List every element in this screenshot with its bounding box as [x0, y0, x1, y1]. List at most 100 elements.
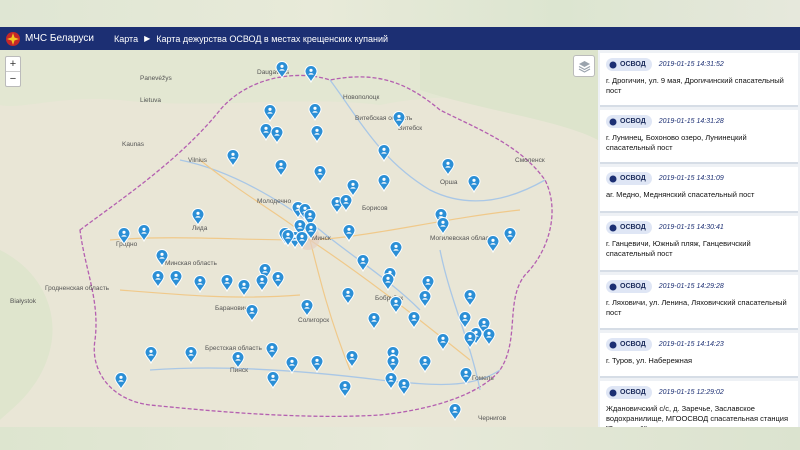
- map-marker[interactable]: [237, 279, 251, 298]
- event-time: 2019-01-15 14:30:41: [658, 224, 724, 231]
- map-marker[interactable]: [308, 103, 322, 122]
- map-pin-icon: [308, 103, 322, 122]
- map-label: Гродненская область: [45, 284, 110, 292]
- map-marker[interactable]: [441, 158, 455, 177]
- map-marker[interactable]: [389, 296, 403, 315]
- map-marker[interactable]: [274, 159, 288, 178]
- map-marker[interactable]: [114, 372, 128, 391]
- map-marker[interactable]: [255, 274, 269, 293]
- events-panel[interactable]: ОСВОД 2019-01-15 14:31:52 г. Дрогичин, ул…: [598, 50, 800, 427]
- map-marker[interactable]: [117, 227, 131, 246]
- event-card[interactable]: ОСВОД 2019-01-15 14:14:23 г. Туров, ул. Н…: [600, 333, 798, 378]
- map-marker[interactable]: [459, 367, 473, 386]
- map-marker[interactable]: [304, 65, 318, 84]
- map-marker[interactable]: [270, 126, 284, 145]
- map-pin-icon: [144, 346, 158, 365]
- map-marker[interactable]: [144, 346, 158, 365]
- event-text: г. Лунинец, Бохоново озеро, Лунинецкий с…: [606, 133, 747, 152]
- map-marker[interactable]: [503, 227, 517, 246]
- map-pin-icon: [503, 227, 517, 246]
- map-marker[interactable]: [392, 111, 406, 130]
- map-marker[interactable]: [281, 229, 295, 248]
- map-pin-icon: [220, 274, 234, 293]
- map-pin-icon: [389, 241, 403, 260]
- map-marker[interactable]: [367, 312, 381, 331]
- map-pin-icon: [295, 231, 309, 250]
- map-marker[interactable]: [193, 275, 207, 294]
- event-text: г. Ганцевичи, Южный пляж, Ганцевичский с…: [606, 239, 751, 258]
- map-marker[interactable]: [285, 356, 299, 375]
- chevron-right-icon: ▶: [144, 34, 151, 43]
- map-pin-icon: [137, 224, 151, 243]
- map-marker[interactable]: [310, 355, 324, 374]
- map-marker[interactable]: [245, 304, 259, 323]
- event-text: г. Ляховичи, ул. Ленина, Ляховичский спа…: [606, 298, 787, 317]
- map-pin-icon: [193, 275, 207, 294]
- map-marker[interactable]: [265, 342, 279, 361]
- map-view[interactable]: Daugavpils Lietuva Panevėžys Kaunas Vilnius Н…: [0, 50, 598, 427]
- map-marker[interactable]: [384, 372, 398, 391]
- map-marker[interactable]: [191, 208, 205, 227]
- map-marker[interactable]: [275, 61, 289, 80]
- map-marker[interactable]: [169, 270, 183, 289]
- map-marker[interactable]: [356, 254, 370, 273]
- map-marker[interactable]: [226, 149, 240, 168]
- map-marker[interactable]: [389, 241, 403, 260]
- map-marker[interactable]: [271, 271, 285, 290]
- map-marker[interactable]: [220, 274, 234, 293]
- map-label: Lietuva: [140, 97, 161, 104]
- map-marker[interactable]: [300, 299, 314, 318]
- map-marker[interactable]: [338, 380, 352, 399]
- map-marker[interactable]: [407, 311, 421, 330]
- map-marker[interactable]: [313, 165, 327, 184]
- map-marker[interactable]: [418, 290, 432, 309]
- map-marker[interactable]: [342, 224, 356, 243]
- map-marker[interactable]: [436, 217, 450, 236]
- event-card[interactable]: ОСВОД 2019-01-15 12:29:02 Ждановичский с/…: [600, 381, 798, 427]
- map-marker[interactable]: [184, 346, 198, 365]
- breadcrumb-map[interactable]: Карта: [114, 34, 138, 44]
- map-pin-icon: [285, 356, 299, 375]
- map-marker[interactable]: [263, 104, 277, 123]
- map-marker[interactable]: [231, 351, 245, 370]
- map-marker[interactable]: [467, 175, 481, 194]
- map-marker[interactable]: [448, 403, 462, 422]
- zoom-out-button[interactable]: −: [6, 72, 20, 86]
- map-marker[interactable]: [345, 350, 359, 369]
- map-pin-icon: [418, 290, 432, 309]
- brand-title[interactable]: МЧС Беларуси: [25, 33, 94, 44]
- map-background-bottom: [0, 427, 800, 450]
- layers-button[interactable]: [573, 55, 595, 77]
- map-marker[interactable]: [436, 333, 450, 352]
- map-marker[interactable]: [463, 331, 477, 350]
- event-time: 2019-01-15 14:14:23: [658, 341, 724, 348]
- map-marker[interactable]: [418, 355, 432, 374]
- map-marker[interactable]: [386, 355, 400, 374]
- map-marker[interactable]: [137, 224, 151, 243]
- map-marker[interactable]: [151, 270, 165, 289]
- map-marker[interactable]: [295, 231, 309, 250]
- map-marker[interactable]: [463, 289, 477, 308]
- event-card[interactable]: ОСВОД 2019-01-15 14:31:52 г. Дрогичин, ул…: [600, 53, 798, 107]
- map-marker[interactable]: [341, 287, 355, 306]
- map-pin-icon: [407, 311, 421, 330]
- map-pin-icon: [271, 271, 285, 290]
- map-marker[interactable]: [266, 371, 280, 390]
- event-card[interactable]: ОСВОД 2019-01-15 14:31:09 аг. Медно, Медн…: [600, 167, 798, 213]
- map-pin-icon: [270, 126, 284, 145]
- zoom-in-button[interactable]: +: [6, 57, 20, 72]
- map-marker[interactable]: [486, 235, 500, 254]
- event-time: 2019-01-15 14:29:28: [658, 283, 724, 290]
- map-marker[interactable]: [339, 194, 353, 213]
- event-card[interactable]: ОСВОД 2019-01-15 14:29:28 г. Ляховичи, ул…: [600, 275, 798, 330]
- map-marker[interactable]: [397, 378, 411, 397]
- map-marker[interactable]: [155, 249, 169, 268]
- map-marker[interactable]: [377, 144, 391, 163]
- event-card[interactable]: ОСВОД 2019-01-15 14:31:28 г. Лунинец, Бох…: [600, 110, 798, 164]
- event-time: 2019-01-15 14:31:28: [658, 118, 724, 125]
- map-marker[interactable]: [482, 328, 496, 347]
- map-marker[interactable]: [381, 273, 395, 292]
- event-card[interactable]: ОСВОД 2019-01-15 14:30:41 г. Ганцевичи, Ю…: [600, 216, 798, 272]
- map-marker[interactable]: [310, 125, 324, 144]
- map-marker[interactable]: [377, 174, 391, 193]
